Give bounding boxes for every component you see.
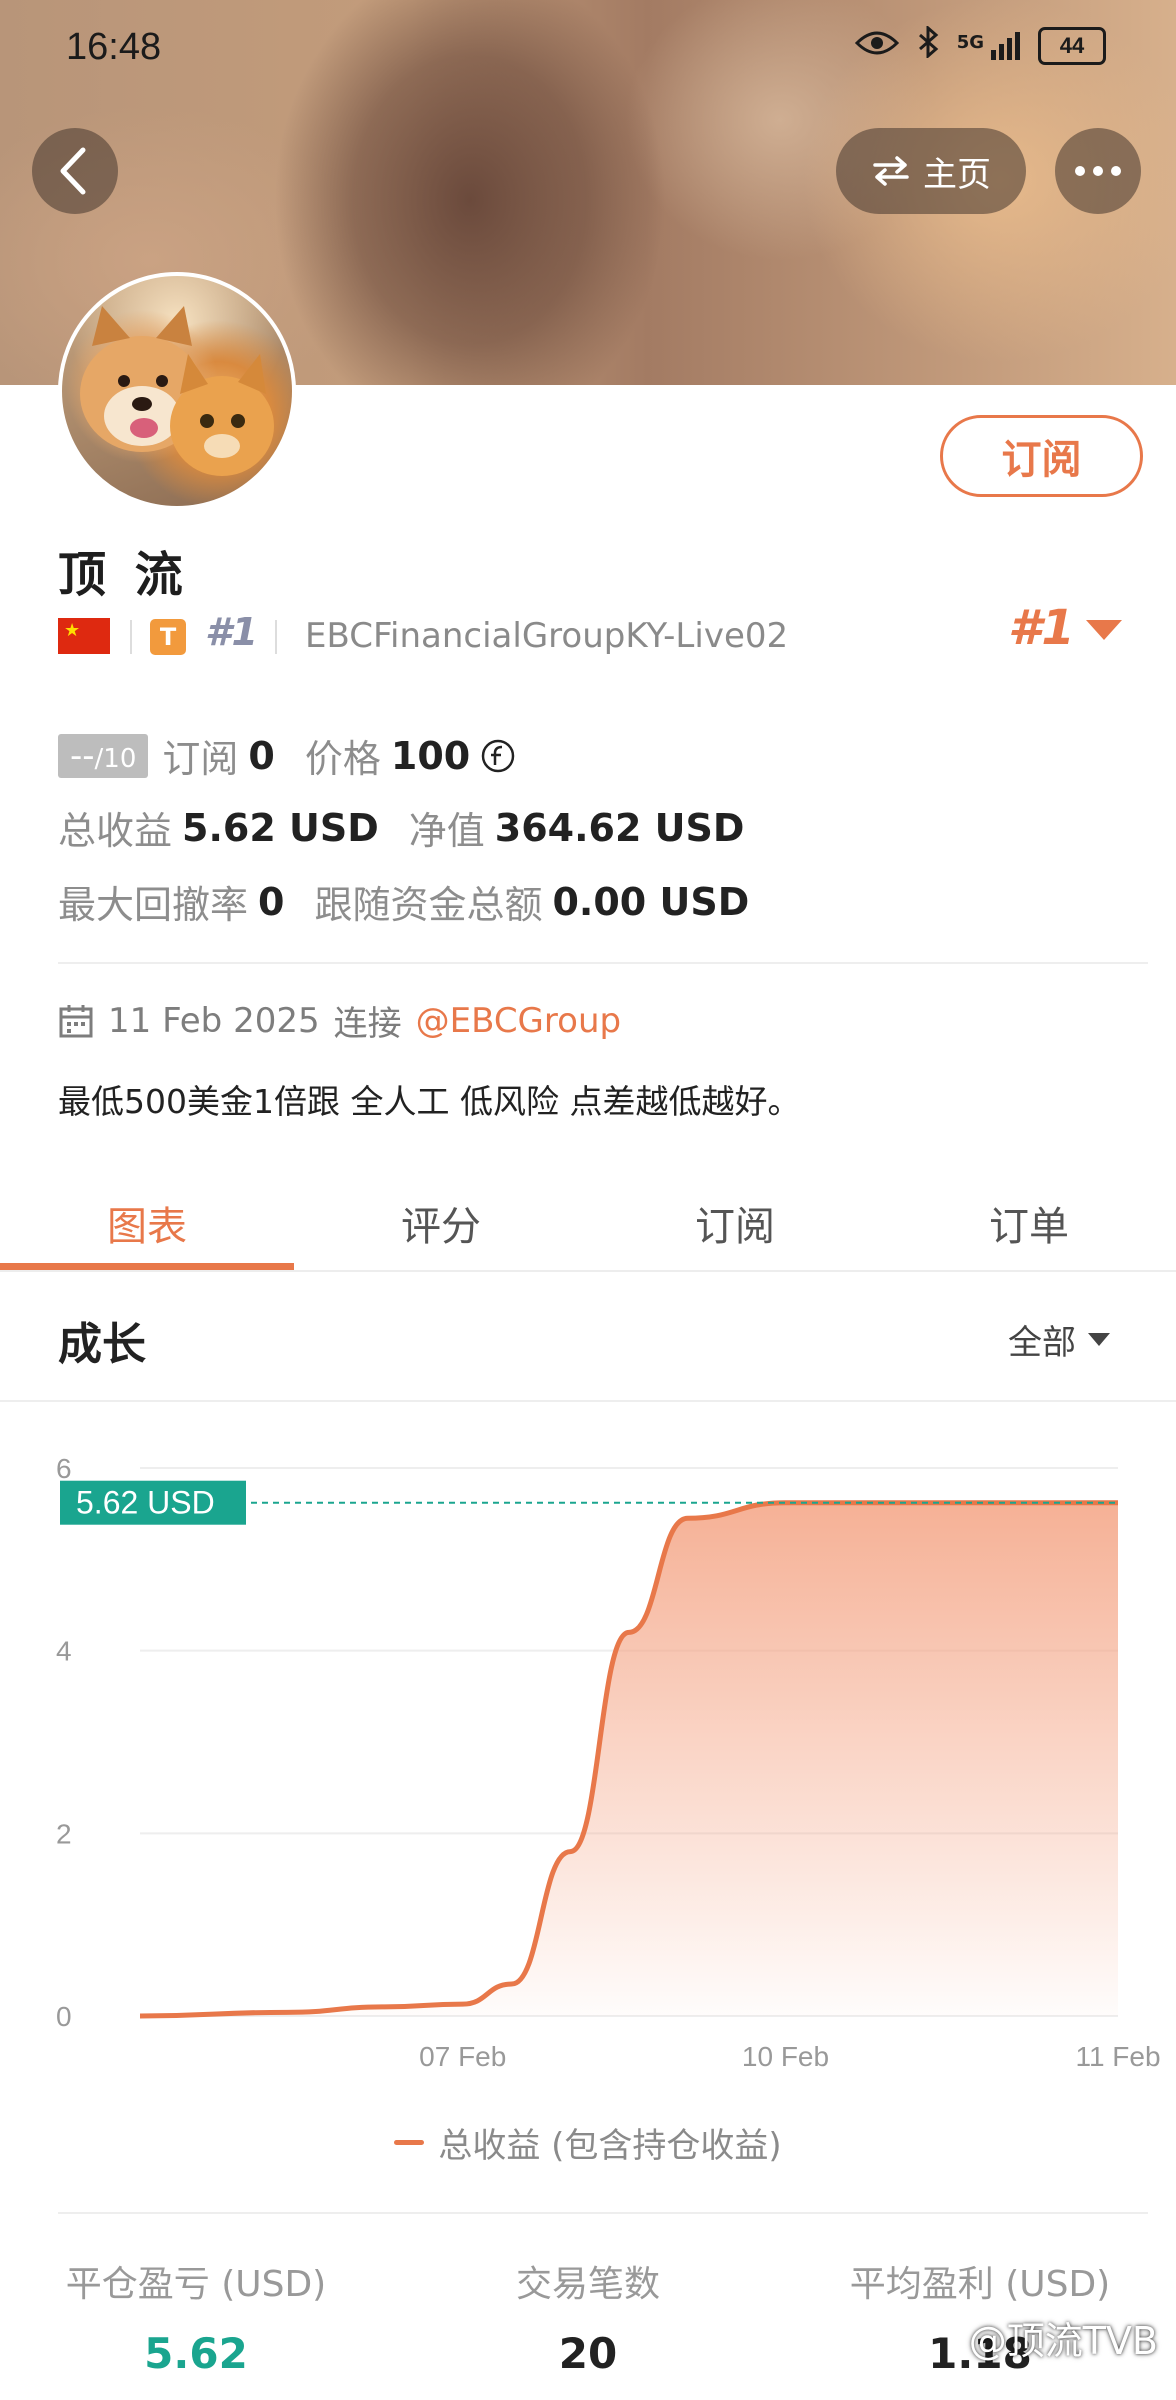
x-tick-label: 07 Feb xyxy=(419,2041,506,2072)
coin-icon xyxy=(481,739,515,772)
home-button[interactable]: 主页 xyxy=(836,128,1026,214)
summary-label: 平均盈利 (USD) xyxy=(849,2264,1111,2305)
chevron-left-icon xyxy=(60,147,86,195)
range-filter-label: 全部 xyxy=(1008,1323,1076,1363)
drawdown-label: 最大回撤率 xyxy=(58,883,249,927)
follow-amount-label: 跟随资金总额 xyxy=(314,883,543,927)
rank-dropdown[interactable]: #1 xyxy=(1008,600,1075,656)
status-time: 16:48 xyxy=(66,26,162,68)
growth-area xyxy=(140,1502,1118,2016)
summary-trade-count: 交易笔数 20 xyxy=(392,2255,784,2378)
stats-row-2: 总收益 5.62 USD 净值 364.62 USD xyxy=(58,800,744,855)
connection-row: 11 Feb 2025 连接 @EBCGroup xyxy=(58,996,621,1045)
avatar[interactable] xyxy=(58,272,296,510)
eye-icon xyxy=(854,27,899,65)
stats-row-3: 最大回撤率 0 跟随资金总额 0.00 USD xyxy=(58,874,749,929)
server-name: EBCFinancialGroupKY-Live02 xyxy=(305,616,789,656)
subscribe-count-label: 订阅 xyxy=(162,737,239,781)
summary-closed-pnl: 平仓盈亏 (USD) 5.62 xyxy=(0,2255,392,2378)
trader-badge: T xyxy=(150,619,186,655)
stats-row-1: --/10 订阅 0 价格 100 xyxy=(58,728,516,783)
tab-subscribe[interactable]: 订阅 xyxy=(588,1175,882,1271)
y-tick-label: 0 xyxy=(56,2001,72,2032)
swap-icon xyxy=(873,156,909,186)
bluetooth-icon xyxy=(917,24,939,66)
more-dot-icon xyxy=(1075,166,1085,176)
total-profit-value: 5.62 USD xyxy=(182,805,379,850)
network-type: 5G xyxy=(956,32,984,53)
tab-orders[interactable]: 订单 xyxy=(882,1175,1176,1271)
more-button[interactable] xyxy=(1055,128,1141,214)
battery-icon: 44 xyxy=(1038,27,1106,65)
price-value: 100 xyxy=(390,733,471,778)
total-profit-label: 总收益 xyxy=(58,809,173,853)
legend-swatch xyxy=(394,2140,425,2145)
score-value: -- xyxy=(70,735,95,776)
subscribe-count: 0 xyxy=(248,733,275,778)
chart-legend: 总收益 (包含持仓收益) xyxy=(0,2118,1176,2167)
current-value-label: 5.62 USD xyxy=(76,1485,215,1521)
section-divider xyxy=(58,2212,1148,2214)
active-tab-indicator xyxy=(0,1263,294,1270)
y-tick-label: 6 xyxy=(56,1453,72,1484)
section-divider xyxy=(58,962,1148,964)
tab-rating[interactable]: 评分 xyxy=(294,1175,588,1271)
summary-label: 平仓盈亏 (USD) xyxy=(65,2264,327,2305)
growth-chart[interactable]: 0 2 4 6 07 Feb 10 Feb 11 Feb 5.62 USD xyxy=(0,1400,1176,2100)
back-button[interactable] xyxy=(32,128,118,214)
y-tick-label: 4 xyxy=(56,1636,72,1667)
section-title: 成长 xyxy=(58,1319,146,1370)
status-bar: 16:48 5G 44 xyxy=(0,0,1176,100)
china-flag-icon: ★ xyxy=(58,618,110,654)
range-filter[interactable]: 全部 xyxy=(1008,1315,1110,1364)
home-label: 主页 xyxy=(923,154,991,195)
subscribe-button[interactable]: 订阅 xyxy=(940,415,1143,497)
signal-icon: 5G xyxy=(957,32,1020,60)
x-tick-label: 11 Feb xyxy=(1075,2041,1160,2072)
broker-link[interactable]: @EBCGroup xyxy=(416,1001,621,1041)
divider xyxy=(275,620,277,654)
tab-bar: 图表 评分 订阅 订单 xyxy=(0,1175,1176,1271)
summary-value: 5.62 xyxy=(144,2329,248,2378)
rank-badge: #1 xyxy=(205,610,258,654)
x-tick-label: 10 Feb xyxy=(742,2041,829,2072)
strategy-description: 最低500美金1倍跟 全人工 低风险 点差越低越好。 xyxy=(58,1082,801,1121)
caret-down-icon[interactable] xyxy=(1086,620,1122,640)
equity-value: 364.62 USD xyxy=(494,805,745,850)
drawdown-value: 0 xyxy=(258,879,285,924)
connection-label: 连接 xyxy=(333,1004,402,1044)
profile-name: 顶 流 xyxy=(58,547,189,603)
score-chip: --/10 xyxy=(58,733,149,778)
score-max: /10 xyxy=(94,743,137,774)
caret-down-icon xyxy=(1088,1333,1110,1346)
legend-label: 总收益 (包含持仓收益) xyxy=(438,2126,782,2166)
connection-date: 11 Feb 2025 xyxy=(108,1000,320,1041)
calendar-icon xyxy=(59,1004,93,1037)
summary-label: 交易笔数 xyxy=(515,2264,660,2305)
tab-chart[interactable]: 图表 xyxy=(0,1175,294,1271)
price-label: 价格 xyxy=(304,737,381,781)
divider xyxy=(130,620,132,654)
y-tick-label: 2 xyxy=(56,1818,72,1849)
equity-label: 净值 xyxy=(408,809,485,853)
follow-amount-value: 0.00 USD xyxy=(552,879,750,924)
summary-value: 20 xyxy=(558,2329,618,2378)
watermark: @顶流TVB xyxy=(968,2319,1158,2363)
status-icons: 5G 44 xyxy=(854,24,1106,66)
dog-cat-icon xyxy=(80,306,274,476)
tab-divider xyxy=(0,1270,1176,1272)
